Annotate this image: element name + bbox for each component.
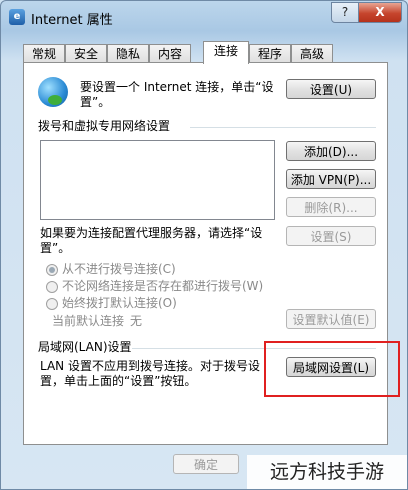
lan-description-line2: 置，单击上面的“设置”按钮。 — [40, 374, 197, 388]
connection-list[interactable] — [40, 140, 275, 220]
tab-advanced[interactable]: 高级 — [291, 44, 333, 63]
radio-never-dial-label: 从不进行拨号连接(C) — [62, 262, 176, 276]
dialup-group-title: 拨号和虚拟专用网络设置 — [38, 119, 171, 133]
tab-programs[interactable]: 程序 — [249, 44, 291, 63]
tab-privacy[interactable]: 隐私 — [107, 44, 149, 63]
setup-button[interactable]: 设置(U) — [286, 79, 376, 99]
group-divider — [190, 127, 376, 128]
internet-properties-dialog: e Internet 属性 ? X 常规 安全 隐私 内容 连接 程序 高级 要… — [0, 0, 408, 490]
watermark-text: 远方科技手游 — [247, 455, 407, 489]
radio-dial-always-label: 不论网络连接是否存在都进行拨号(W) — [62, 279, 264, 293]
remove-button[interactable]: 删除(R)... — [286, 197, 376, 217]
lan-group-title: 局域网(LAN)设置 — [38, 340, 132, 354]
add-vpn-button[interactable]: 添加 VPN(P)... — [286, 169, 376, 189]
set-default-button[interactable]: 设置默认值(E) — [286, 309, 376, 329]
current-default-label: 当前默认连接 — [52, 314, 125, 328]
tab-security[interactable]: 安全 — [65, 44, 107, 63]
title-bar[interactable]: e Internet 属性 ? X — [1, 1, 407, 33]
tab-general[interactable]: 常规 — [23, 44, 65, 63]
lan-description-line1: LAN 设置不应用到拨号连接。对于拨号设 — [40, 359, 260, 373]
radio-dial-always[interactable] — [46, 281, 58, 293]
internet-options-icon: e — [9, 9, 25, 25]
radio-default-connection[interactable] — [46, 298, 58, 310]
proxy-description-line1: 如果要为连接配置代理服务器，请选择“设 — [40, 226, 263, 240]
radio-default-connection-label: 始终拨打默认连接(O) — [62, 296, 177, 310]
proxy-description-line2: 置”。 — [40, 241, 71, 255]
proxy-settings-button[interactable]: 设置(S) — [286, 226, 376, 246]
red-highlight-box — [264, 341, 400, 397]
radio-never-dial[interactable] — [46, 264, 58, 276]
setup-description-line2: 置”。 — [80, 95, 111, 109]
current-default-value: 无 — [130, 314, 143, 328]
help-button[interactable]: ? — [331, 2, 359, 23]
add-button[interactable]: 添加(D)... — [286, 141, 376, 161]
close-button[interactable]: X — [358, 2, 402, 23]
window-title: Internet 属性 — [31, 13, 113, 28]
tab-connections[interactable]: 连接 — [203, 41, 249, 64]
setup-description-line1: 要设置一个 Internet 连接，单击“设 — [80, 80, 274, 94]
ok-button[interactable]: 确定 — [173, 454, 239, 474]
tab-content[interactable]: 内容 — [149, 44, 191, 63]
globe-icon — [38, 77, 68, 107]
